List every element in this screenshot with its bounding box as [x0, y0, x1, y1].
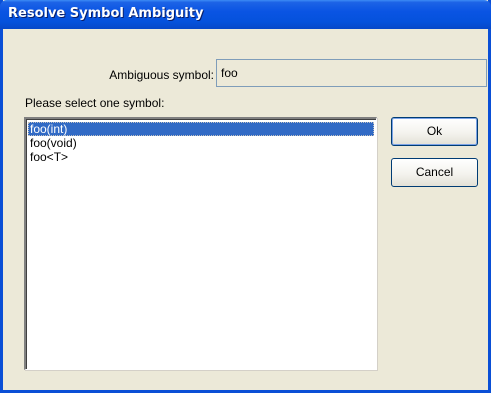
window-title: Resolve Symbol Ambiguity	[8, 6, 204, 21]
ambiguous-symbol-label: Ambiguous symbol:	[109, 68, 214, 82]
cancel-button[interactable]: Cancel	[391, 158, 478, 187]
symbol-list-item[interactable]: foo(int)	[28, 122, 374, 136]
symbol-list-item[interactable]: foo(void)	[28, 136, 374, 150]
title-bar[interactable]: Resolve Symbol Ambiguity	[0, 0, 491, 29]
select-symbol-label: Please select one symbol:	[25, 96, 165, 110]
ambiguous-symbol-field: foo	[216, 59, 487, 87]
symbol-list-item[interactable]: foo<T>	[28, 150, 374, 164]
resolve-symbol-dialog: Resolve Symbol Ambiguity Ambiguous symbo…	[0, 0, 491, 393]
symbol-listbox[interactable]: foo(int) foo(void) foo<T>	[24, 117, 377, 370]
ok-button[interactable]: Ok	[391, 117, 478, 146]
